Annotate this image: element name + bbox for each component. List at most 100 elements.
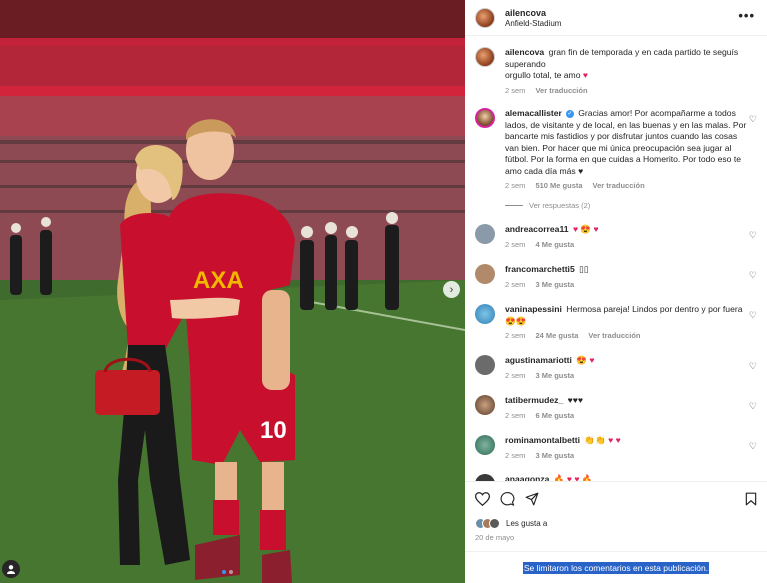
comment-body: vaninapessini Hermosa pareja! Lindos por… [505,304,749,327]
heart-icon[interactable]: ♡ [749,361,757,372]
post-author-username[interactable]: ailencova [505,8,546,18]
comment-username[interactable]: alemacallister [505,108,562,118]
avatar[interactable] [475,395,495,415]
comment-body: tatibermudez_ ♥♥♥ [505,395,749,407]
translate-link[interactable]: Ver traducción [535,86,587,95]
comment-meta: 2 sem 510 Me gusta Ver traducción [505,181,759,190]
avatar[interactable] [475,264,495,284]
comment-time: 2 sem [505,331,526,340]
comment-body: alemacallister ✓ Gracias amor! Por acompa… [505,108,749,177]
avatar[interactable] [475,304,495,324]
likes-summary[interactable]: Les gusta a [475,518,547,529]
chevron-right-icon: › [449,283,454,296]
comment-item: rominamontalbetti 👏👏 ♥ ♥ 2 sem 3 Me gust… [475,435,759,460]
jersey-sponsor: AXA [193,267,244,294]
comment-text: ♥♥♥ [567,395,583,405]
heart-icon[interactable]: ♡ [749,270,757,281]
replies-divider [505,205,523,206]
verified-icon: ✓ [565,109,574,118]
comment-text: 👏👏 ♥ ♥ [584,435,621,445]
view-replies-button[interactable]: Ver respuestas (2) [505,201,590,210]
comment-time: 2 sem [505,450,526,460]
translate-link[interactable]: Ver traducción [588,331,640,340]
comment-body: agustinamariotti 😍 ♥ [505,355,749,367]
comment-username[interactable]: andreacorrea11 [505,224,569,234]
comment-body: andreacorrea11 ♥ 😍 ♥ [505,224,749,236]
carousel-dot [229,570,233,574]
avatar[interactable] [475,355,495,375]
heart-icon[interactable] [475,492,490,506]
caption-time: 2 sem [505,85,526,95]
comment-username[interactable]: agustinamariotti [505,355,572,365]
comment-item: andreacorrea11 ♥ 😍 ♥ 2 sem 4 Me gusta ♡ [475,224,759,249]
post-date: 20 de mayo [475,533,515,542]
comment-meta: 2 sem 4 Me gusta [505,240,759,249]
caption-body: ailencova gran fin de temporada y en cad… [505,47,749,82]
avatar[interactable] [475,435,495,455]
heart-icon[interactable]: ♡ [749,441,757,452]
more-icon[interactable]: ••• [738,8,755,23]
comment-item: alemacallister ✓ Gracias amor! Por acompa… [475,108,759,190]
comment-body: rominamontalbetti 👏👏 ♥ ♥ [505,435,749,447]
comment-icon[interactable] [500,492,515,506]
heart-icon[interactable]: ♡ [749,114,757,125]
shorts-number: 10 [260,417,287,444]
comment-likes[interactable]: 3 Me gusta [535,371,574,380]
comment-body: francomarchetti5 ▯▯ [505,264,749,276]
post-actions: Les gusta a 20 de mayo [465,481,767,551]
comment-meta: 2 sem 24 Me gusta Ver traducción [505,331,759,340]
comment-username[interactable]: tatibermudez_ [505,395,563,405]
comment-item: vaninapessini Hermosa pareja! Lindos por… [475,304,759,340]
share-icon[interactable] [525,492,539,506]
post-photo[interactable]: AXA 10 › [0,0,465,583]
likes-text: Les gusta a [506,519,548,528]
heart-emoji: ♥ [582,70,588,80]
comment-likes[interactable]: 3 Me gusta [535,280,574,289]
comment-text: ▯▯ [579,264,589,274]
comment-username[interactable]: rominamontalbetti [505,435,580,445]
comment-likes[interactable]: 510 Me gusta [535,181,582,190]
heart-icon[interactable]: ♡ [749,310,757,321]
post-caption: ailencova gran fin de temporada y en cad… [475,47,759,95]
heart-icon[interactable]: ♡ [749,230,757,241]
carousel-dots [222,570,233,574]
comments-limited-notice: Se limitaron los comentarios en esta pub… [465,551,767,583]
next-photo-button[interactable]: › [443,281,460,298]
post-side-panel: ailencova Anfield-Stadium ••• ailencova … [465,0,767,583]
comment-time: 2 sem [505,239,526,249]
post-location[interactable]: Anfield-Stadium [505,19,561,28]
post-header: ailencova Anfield-Stadium ••• [465,0,767,36]
comments-limited-text: Se limitaron los comentarios en esta pub… [522,561,710,574]
comment-meta: 2 sem 6 Me gusta [505,411,759,420]
comment-meta: 2 sem 3 Me gusta [505,451,759,460]
tagged-users-button[interactable] [2,560,20,578]
comment-likes[interactable]: 24 Me gusta [535,331,578,340]
comment-likes[interactable]: 4 Me gusta [535,240,574,249]
comment-item: tatibermudez_ ♥♥♥ 2 sem 6 Me gusta ♡ [475,395,759,420]
comment-time: 2 sem [505,181,526,190]
comment-time: 2 sem [505,410,526,420]
caption-meta: 2 sem Ver traducción [505,86,759,95]
comment-username[interactable]: vaninapessini [505,304,562,314]
comment-likes[interactable]: 3 Me gusta [535,451,574,460]
comment-meta: 2 sem 3 Me gusta [505,371,759,380]
stadium-photo: AXA 10 [0,0,465,583]
comment-meta: 2 sem 3 Me gusta [505,280,759,289]
comment-item: francomarchetti5 ▯▯ 2 sem 3 Me gusta ♡ [475,264,759,289]
comment-text: ♥ 😍 ♥ [572,224,599,234]
comment-time: 2 sem [505,279,526,289]
avatar[interactable] [475,108,495,128]
avatar[interactable] [475,47,495,67]
heart-icon[interactable]: ♡ [749,401,757,412]
translate-link[interactable]: Ver traducción [593,181,645,190]
caption-username[interactable]: ailencova [505,47,544,57]
bookmark-icon[interactable] [745,492,757,506]
comment-likes[interactable]: 6 Me gusta [535,411,574,420]
comment-time: 2 sem [505,370,526,380]
view-replies-label: Ver respuestas (2) [529,201,591,210]
carousel-dot-active [222,570,226,574]
avatar[interactable] [475,8,495,28]
comment-username[interactable]: francomarchetti5 [505,264,575,274]
comment-text: 😍 ♥ [576,355,595,365]
avatar[interactable] [475,224,495,244]
